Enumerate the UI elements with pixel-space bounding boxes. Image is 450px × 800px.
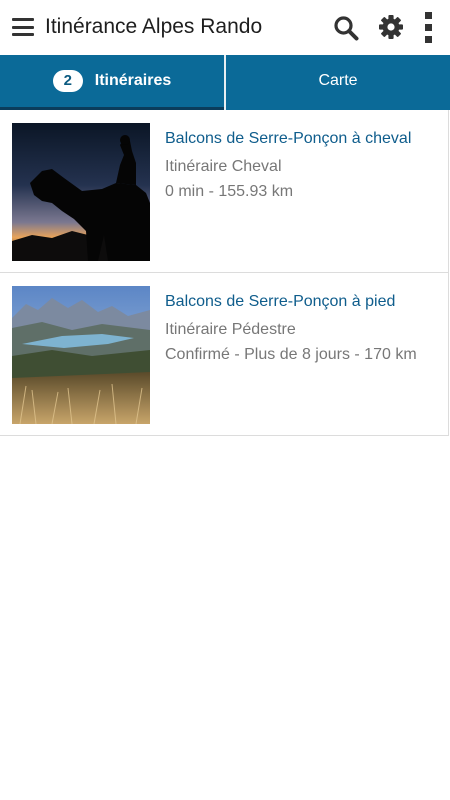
- tab-itineraires-label: Itinéraires: [94, 72, 172, 89]
- count-badge: 2: [52, 70, 83, 92]
- tab-itineraires[interactable]: 2 Itinéraires: [0, 55, 224, 110]
- route-text: Balcons de Serre-Ponçon à pied Itinérair…: [165, 291, 434, 366]
- route-title[interactable]: Balcons de Serre-Ponçon à pied: [165, 291, 434, 313]
- list-item[interactable]: Balcons de Serre-Ponçon à pied Itinérair…: [0, 273, 448, 436]
- mountain-lake-thumbnail: [12, 286, 150, 424]
- tab-bar: 2 Itinéraires Carte: [0, 55, 450, 110]
- route-text: Balcons de Serre-Ponçon à cheval Itinéra…: [165, 128, 434, 203]
- route-meta: Confirmé - Plus de 8 jours - 170 km: [165, 346, 417, 363]
- horse-rider-silhouette-thumbnail: [12, 123, 150, 261]
- app-title: Itinérance Alpes Rando: [45, 15, 263, 38]
- route-title[interactable]: Balcons de Serre-Ponçon à cheval: [165, 128, 434, 150]
- more-vertical-icon[interactable]: [421, 12, 435, 44]
- route-type: Itinéraire Pédestre: [165, 321, 296, 338]
- search-icon[interactable]: [333, 15, 359, 41]
- route-list: Balcons de Serre-Ponçon à cheval Itinéra…: [0, 110, 449, 436]
- route-type: Itinéraire Cheval: [165, 158, 282, 175]
- route-meta: 0 min - 155.93 km: [165, 183, 294, 200]
- gear-icon[interactable]: [378, 14, 404, 40]
- app-bar: Itinérance Alpes Rando: [0, 0, 450, 56]
- tab-carte-label: Carte: [318, 72, 358, 89]
- tab-carte[interactable]: Carte: [226, 55, 450, 107]
- list-item[interactable]: Balcons de Serre-Ponçon à cheval Itinéra…: [0, 110, 448, 273]
- hamburger-menu-icon[interactable]: [12, 18, 34, 36]
